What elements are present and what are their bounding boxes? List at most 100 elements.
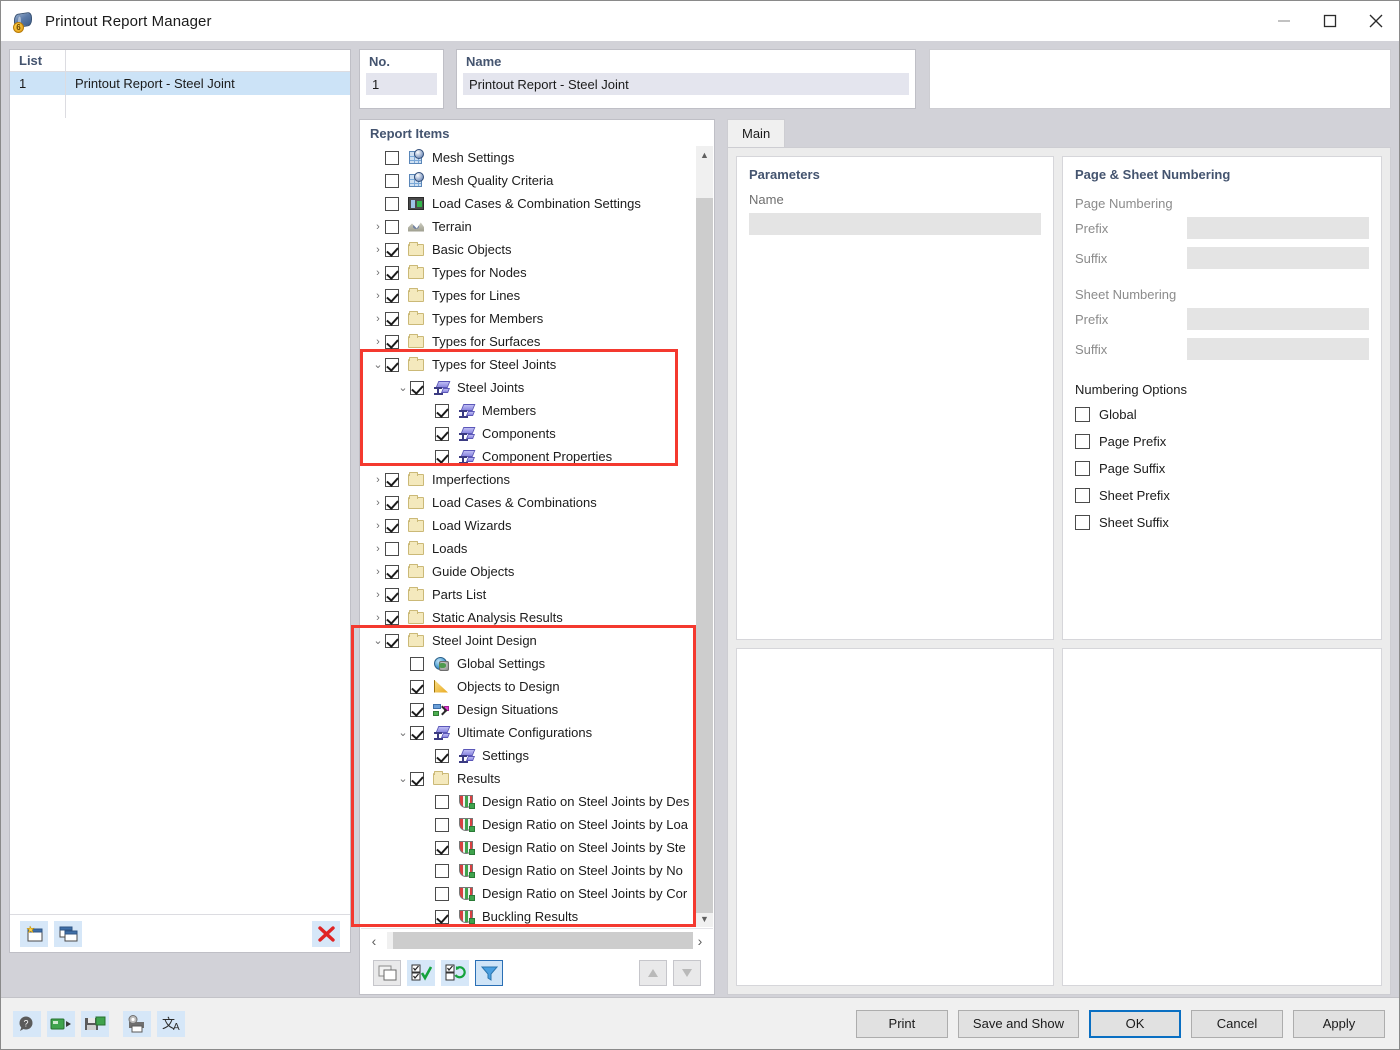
numbering-option-checkbox[interactable] — [1075, 461, 1090, 476]
tree-item[interactable]: Design Ratio on Steel Joints by Des — [361, 790, 713, 813]
tree-item[interactable]: ⌄Types for Steel Joints — [361, 353, 713, 376]
help-icon[interactable]: ? — [13, 1011, 41, 1037]
tree-item-checkbox[interactable] — [410, 703, 424, 717]
tree-item[interactable]: ›Basic Objects — [361, 238, 713, 261]
ok-button[interactable]: OK — [1089, 1010, 1181, 1038]
tree-item-checkbox[interactable] — [435, 887, 449, 901]
close-icon[interactable] — [1353, 1, 1399, 41]
chevron-down-icon[interactable]: ⌄ — [371, 634, 385, 647]
tree-item-checkbox[interactable] — [385, 358, 399, 372]
chevron-right-icon[interactable]: › — [371, 589, 385, 601]
tree-item[interactable]: ›Types for Nodes — [361, 261, 713, 284]
translate-icon[interactable]: 文 A — [157, 1011, 185, 1037]
chevron-right-icon[interactable]: › — [371, 267, 385, 279]
tree-item-checkbox[interactable] — [385, 565, 399, 579]
tree-item-checkbox[interactable] — [385, 634, 399, 648]
tree-item-checkbox[interactable] — [410, 381, 424, 395]
tree-item-checkbox[interactable] — [435, 749, 449, 763]
apply-button[interactable]: Apply — [1293, 1010, 1385, 1038]
tab-main[interactable]: Main — [727, 119, 785, 147]
scroll-up-icon[interactable]: ▲ — [696, 146, 713, 163]
numbering-option-row[interactable]: Global — [1063, 401, 1381, 428]
tree-item[interactable]: Mesh Settings — [361, 146, 713, 169]
printer-gear-icon[interactable] — [123, 1011, 151, 1037]
scroll-down-icon[interactable]: ▼ — [696, 910, 713, 927]
tree-item-checkbox[interactable] — [385, 473, 399, 487]
tree-item[interactable]: ›Load Cases & Combinations — [361, 491, 713, 514]
copy-window-icon[interactable] — [373, 960, 401, 986]
chevron-right-icon[interactable]: › — [371, 474, 385, 486]
tree-item[interactable]: Design Ratio on Steel Joints by Loa — [361, 813, 713, 836]
tree-item-checkbox[interactable] — [385, 588, 399, 602]
tree-horizontal-scrollbar[interactable]: ‹ › — [361, 928, 713, 952]
tree-item-checkbox[interactable] — [385, 243, 399, 257]
report-items-tree[interactable]: Mesh SettingsMesh Quality CriteriaLoad C… — [361, 146, 713, 927]
tree-item-checkbox[interactable] — [385, 335, 399, 349]
tree-item[interactable]: Objects to Design — [361, 675, 713, 698]
tree-item-checkbox[interactable] — [435, 795, 449, 809]
horizontal-scroll-track[interactable] — [387, 932, 687, 949]
maximize-icon[interactable] — [1307, 1, 1353, 41]
minimize-icon[interactable] — [1261, 1, 1307, 41]
tree-item-checkbox[interactable] — [410, 657, 424, 671]
tree-item-checkbox[interactable] — [410, 680, 424, 694]
numbering-option-row[interactable]: Page Suffix — [1063, 455, 1381, 482]
chevron-right-icon[interactable]: › — [371, 520, 385, 532]
save-icon[interactable] — [81, 1011, 109, 1037]
tree-item-checkbox[interactable] — [435, 910, 449, 924]
page-suffix-input[interactable] — [1187, 247, 1369, 269]
tree-item-checkbox[interactable] — [435, 427, 449, 441]
chevron-right-icon[interactable]: › — [371, 244, 385, 256]
tree-item[interactable]: Members — [361, 399, 713, 422]
no-input[interactable]: 1 — [366, 73, 437, 95]
scroll-left-icon[interactable]: ‹ — [361, 933, 387, 949]
tree-item-checkbox[interactable] — [385, 174, 399, 188]
tree-item-checkbox[interactable] — [385, 151, 399, 165]
print-button[interactable]: Print — [856, 1010, 948, 1038]
export-icon[interactable] — [47, 1011, 75, 1037]
chevron-down-icon[interactable]: ⌄ — [396, 726, 410, 739]
tree-item[interactable]: Design Ratio on Steel Joints by Ste — [361, 836, 713, 859]
tree-item-checkbox[interactable] — [385, 289, 399, 303]
tree-item[interactable]: Buckling Results — [361, 905, 713, 927]
tree-item[interactable]: Design Ratio on Steel Joints by No — [361, 859, 713, 882]
copy-window-icon[interactable] — [54, 921, 82, 947]
chevron-right-icon[interactable]: › — [371, 543, 385, 555]
tree-item[interactable]: Settings — [361, 744, 713, 767]
numbering-option-checkbox[interactable] — [1075, 515, 1090, 530]
tree-item-checkbox[interactable] — [435, 818, 449, 832]
numbering-option-row[interactable]: Page Prefix — [1063, 428, 1381, 455]
numbering-option-row[interactable]: Sheet Suffix — [1063, 509, 1381, 536]
new-window-icon[interactable] — [20, 921, 48, 947]
horizontal-scroll-thumb[interactable] — [393, 932, 693, 949]
tree-item-checkbox[interactable] — [385, 266, 399, 280]
tree-item[interactable]: ›Loads — [361, 537, 713, 560]
chevron-right-icon[interactable]: › — [371, 497, 385, 509]
checkall-icon[interactable] — [407, 960, 435, 986]
numbering-option-checkbox[interactable] — [1075, 407, 1090, 422]
tree-item[interactable]: ›Static Analysis Results — [361, 606, 713, 629]
refresh-check-icon[interactable] — [441, 960, 469, 986]
chevron-right-icon[interactable]: › — [371, 313, 385, 325]
tree-item[interactable]: ⌄Steel Joint Design — [361, 629, 713, 652]
numbering-option-checkbox[interactable] — [1075, 434, 1090, 449]
tree-item-checkbox[interactable] — [385, 519, 399, 533]
tree-item[interactable]: Components — [361, 422, 713, 445]
tree-item-checkbox[interactable] — [385, 312, 399, 326]
tree-item-checkbox[interactable] — [410, 772, 424, 786]
tree-vertical-scrollbar[interactable]: ▲ ▼ — [696, 146, 713, 927]
sheet-prefix-input[interactable] — [1187, 308, 1369, 330]
tree-item[interactable]: ⌄Results — [361, 767, 713, 790]
chevron-right-icon[interactable]: › — [371, 221, 385, 233]
cancel-button[interactable]: Cancel — [1191, 1010, 1283, 1038]
tree-item-checkbox[interactable] — [410, 726, 424, 740]
arrow-up-icon[interactable] — [639, 960, 667, 986]
save-and-show-button[interactable]: Save and Show — [958, 1010, 1079, 1038]
tree-item[interactable]: ⌄Ultimate Configurations — [361, 721, 713, 744]
tree-item[interactable]: ›Terrain — [361, 215, 713, 238]
numbering-option-checkbox[interactable] — [1075, 488, 1090, 503]
tree-item[interactable]: ›Types for Members — [361, 307, 713, 330]
vertical-scroll-thumb[interactable] — [696, 198, 713, 913]
chevron-down-icon[interactable]: ⌄ — [396, 772, 410, 785]
tree-item-checkbox[interactable] — [385, 542, 399, 556]
